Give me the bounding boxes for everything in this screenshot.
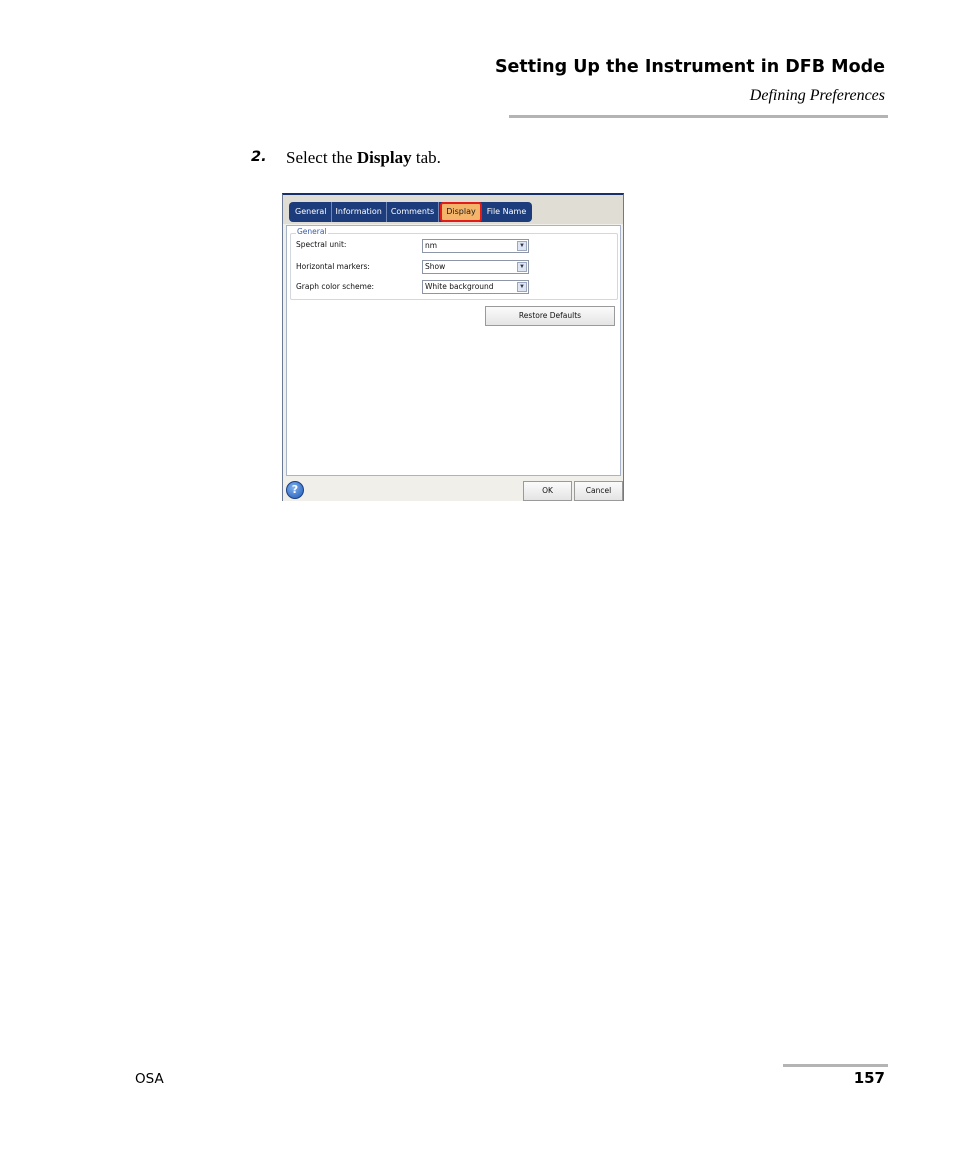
display-panel: General Spectral unit: nm ▼ Horizontal m… xyxy=(286,225,621,476)
spectral-unit-label: Spectral unit: xyxy=(296,240,347,249)
spectral-unit-value: nm xyxy=(425,241,438,250)
graph-color-scheme-select[interactable]: White background ▼ xyxy=(422,280,529,294)
tab-general[interactable]: General xyxy=(291,202,332,222)
tab-comments[interactable]: Comments xyxy=(387,202,440,222)
cancel-button[interactable]: Cancel xyxy=(574,481,623,501)
step-text-before: Select the xyxy=(286,148,357,167)
tab-bar: General Information Comments Display Fil… xyxy=(283,195,623,224)
tab-file-name[interactable]: File Name xyxy=(483,202,531,222)
chevron-down-icon[interactable]: ▼ xyxy=(517,262,527,272)
section-subtitle: Defining Preferences xyxy=(749,87,885,104)
dialog-footer: ? OK Cancel xyxy=(283,478,623,501)
step-text-bold: Display xyxy=(356,148,412,167)
step-number: 2. xyxy=(251,149,267,165)
tab-strip: General Information Comments Display Fil… xyxy=(289,202,533,222)
chevron-down-icon[interactable]: ▼ xyxy=(517,241,527,251)
step-text-after: tab. xyxy=(411,148,441,167)
footer-product: OSA xyxy=(135,1071,164,1087)
graph-color-scheme-value: White background xyxy=(425,282,494,291)
restore-defaults-button[interactable]: Restore Defaults xyxy=(485,306,615,326)
chevron-down-icon[interactable]: ▼ xyxy=(517,282,527,292)
tab-display[interactable]: Display xyxy=(440,202,482,222)
footer-rule xyxy=(783,1064,888,1067)
spectral-unit-select[interactable]: nm ▼ xyxy=(422,239,529,253)
help-icon[interactable]: ? xyxy=(286,481,304,499)
step-text: Select the Display tab. xyxy=(286,148,441,168)
tab-information[interactable]: Information xyxy=(332,202,387,222)
horizontal-markers-value: Show xyxy=(425,262,446,271)
graph-color-scheme-label: Graph color scheme: xyxy=(296,282,375,291)
horizontal-markers-label: Horizontal markers: xyxy=(296,262,370,271)
page-number: 157 xyxy=(853,1069,885,1087)
group-label: General xyxy=(296,227,328,236)
horizontal-markers-select[interactable]: Show ▼ xyxy=(422,260,529,274)
ok-button[interactable]: OK xyxy=(523,481,572,501)
section-title: Setting Up the Instrument in DFB Mode xyxy=(494,57,885,77)
general-group: General Spectral unit: nm ▼ Horizontal m… xyxy=(290,227,618,300)
header-rule xyxy=(509,115,888,118)
preferences-dialog: General Information Comments Display Fil… xyxy=(282,193,624,501)
